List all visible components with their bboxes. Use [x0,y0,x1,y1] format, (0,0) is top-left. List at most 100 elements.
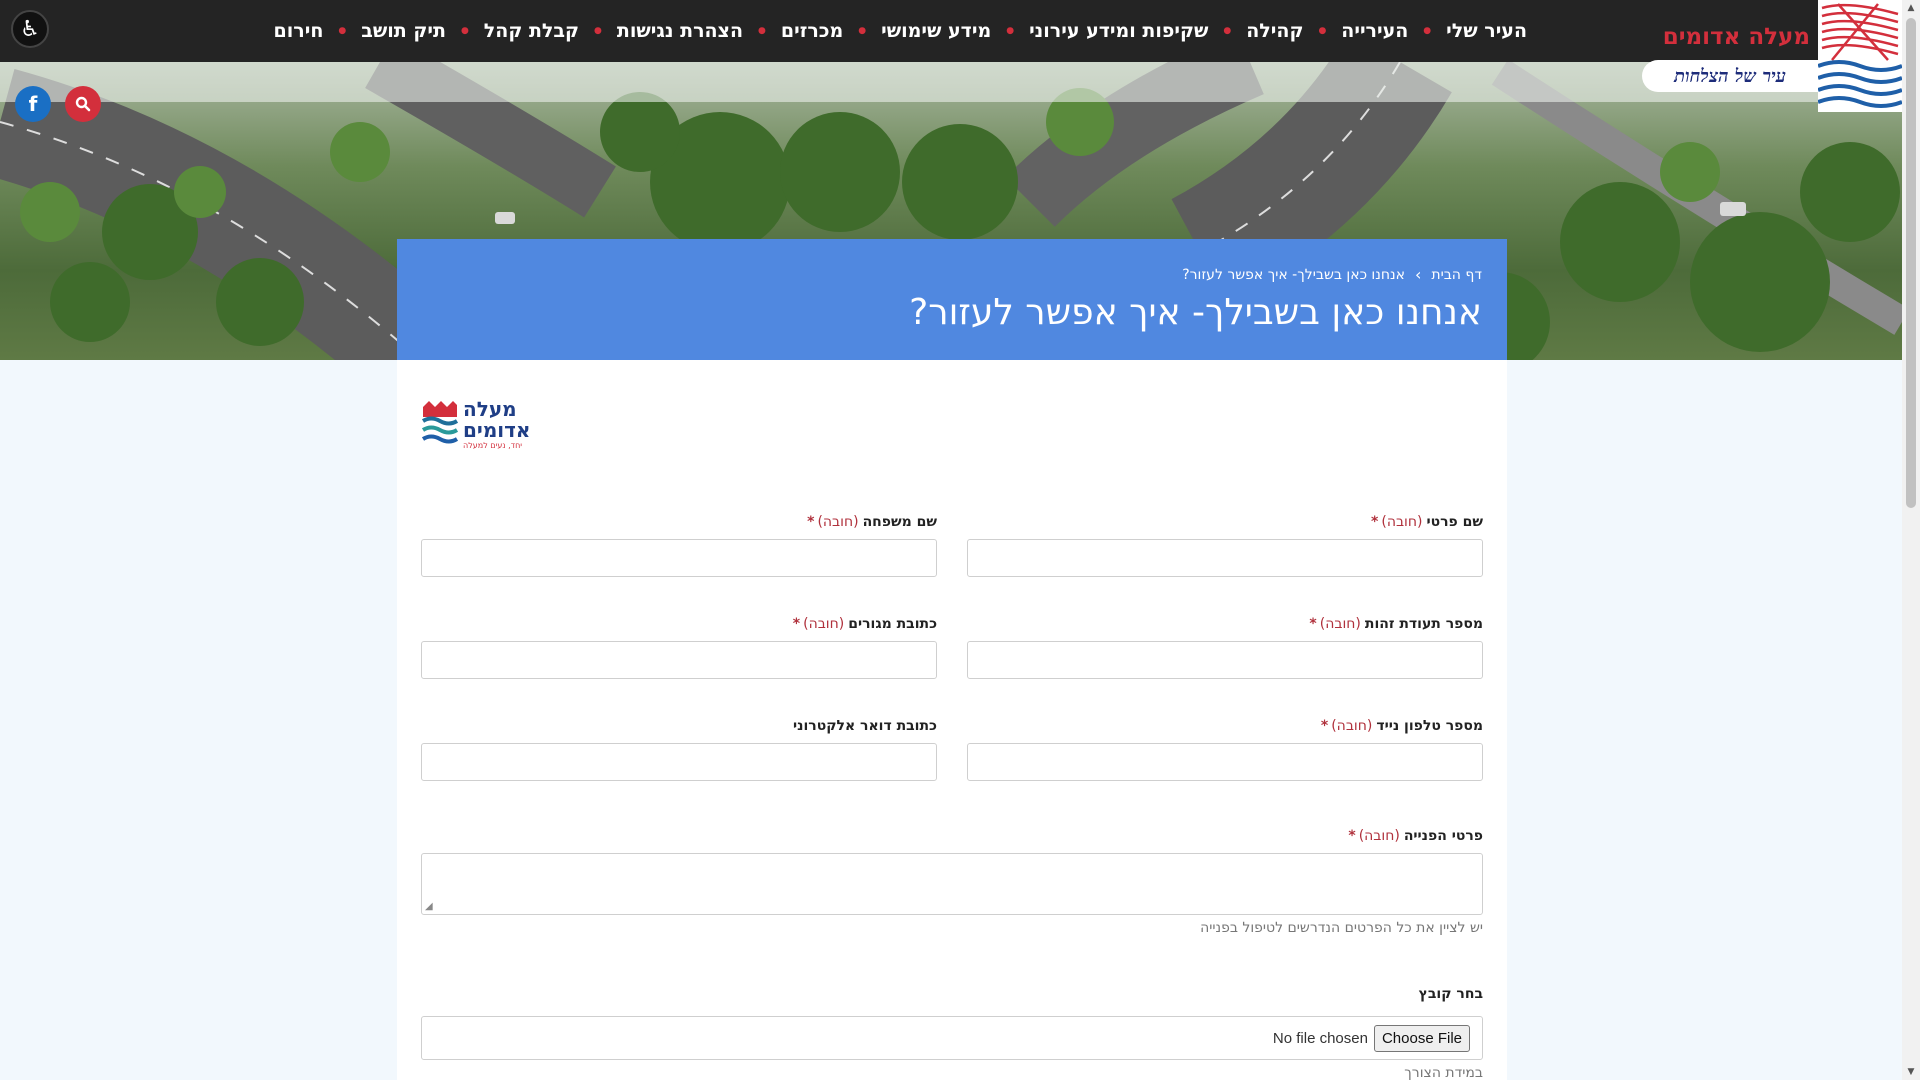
nav-label: מידע שימושי [881,20,992,42]
org-logo-line1: מעלה [463,396,517,421]
nav-separator: ● [338,26,347,36]
file-input[interactable]: Choose File No file chosen [421,1016,1483,1060]
file-label: בחר קובץ [1418,986,1483,1002]
details-hint: יש לציין את כל הפרטים הנדרשים לטיפול בפנ… [1200,920,1483,936]
nav-item-municipality[interactable]: העירייה ● [1303,20,1408,42]
org-logo-tagline: יחד, נעים למעלה [463,440,523,450]
org-logo: מעלה אדומים יחד, נעים למעלה [421,398,539,450]
nav-separator: ● [758,26,766,36]
facebook-icon: f [28,92,38,116]
nav-label: קהילה [1246,20,1304,42]
page-scrollbar[interactable]: ▲ ▼ [1902,0,1920,1080]
org-emblem-icon [421,400,459,448]
nav-separator: ● [1223,26,1232,36]
last-name-label: שם משפחה(חובה)* [421,514,937,530]
address-group: כתובת מגורים(חובה)* [421,616,937,679]
details-textarea[interactable]: ◢ [421,853,1483,915]
first-name-group: שם פרטי(חובה)* [967,514,1483,577]
required-text: (חובה) [1358,828,1400,844]
address-label: כתובת מגורים(חובה)* [421,616,937,632]
nav-label: מכרזים [780,20,844,42]
nav-item-tenders[interactable]: מכרזים ● [743,20,843,42]
nav-label: העירייה [1341,20,1409,42]
nav-separator: ● [1423,26,1432,36]
resize-grip-icon[interactable]: ◢ [425,901,433,912]
nav-item-accessibility-statement[interactable]: הצהרת נגישות ● [579,20,743,42]
label-text: שם משפחה [862,514,937,530]
email-group: כתובת דואר אלקטרוני [421,718,937,781]
brand-name: מעלה אדומים [1662,24,1810,50]
scroll-down-arrow-icon[interactable]: ▼ [1902,1064,1920,1080]
nav-label: העיר שלי [1446,20,1527,42]
top-navigation: ♿ העיר שלי ● העירייה ● קהילה ● שקיפות ומידע… [0,0,1902,62]
first-name-label: שם פרטי(חובה)* [967,514,1483,530]
id-number-input[interactable] [967,641,1483,679]
nav-label: תיק תושב [361,20,446,42]
breadcrumb-current: אנחנו כאן בשבילך- איך אפשר לעזור? [1182,266,1405,283]
details-group: פרטי הפנייה(חובה)* ◢ יש לציין את כל הפרט… [421,828,1483,936]
main-menu: העיר שלי ● העירייה ● קהילה ● שקיפות ומידע ע… [274,0,1527,62]
id-number-label: מספר תעודת זהות(חובה)* [967,616,1483,632]
required-text: (חובה) [803,616,845,632]
label-text: שם פרטי [1426,514,1483,530]
label-text: מספר תעודת זהות [1364,616,1483,632]
nav-separator: ● [858,26,867,36]
nav-label: הצהרת נגישות [616,20,744,42]
address-input[interactable] [421,641,937,679]
phone-input[interactable] [967,743,1483,781]
details-label: פרטי הפנייה(חובה)* [421,828,1483,844]
nav-item-my-city[interactable]: העיר שלי ● [1408,20,1527,42]
nav-item-useful-info[interactable]: מידע שימושי ● [843,20,991,42]
accessibility-icon: ♿ [20,16,40,42]
nav-item-emergency[interactable]: חירום● [274,20,324,42]
breadcrumb: דף הבית › אנחנו כאן בשבילך- איך אפשר לעז… [422,265,1482,284]
nav-separator: ● [1006,26,1015,36]
nav-item-resident-file[interactable]: תיק תושב ● [323,20,446,42]
required-star: * [1320,718,1329,734]
search-icon [75,96,91,112]
label-text: כתובת מגורים [848,616,937,632]
nav-label: חירום [273,20,324,42]
choose-file-button[interactable]: Choose File [1373,1024,1470,1052]
nav-label: שקיפות ומידע עירוני [1029,20,1209,42]
required-star: * [1309,616,1317,632]
nav-separator: ● [1318,26,1327,36]
nav-item-transparency[interactable]: שקיפות ומידע עירוני ● [991,20,1208,42]
nav-label: קבלת קהל [483,20,580,42]
scroll-up-arrow-icon[interactable]: ▲ [1902,0,1920,16]
search-button[interactable] [65,86,101,122]
nav-item-community[interactable]: קהילה ● [1208,20,1303,42]
required-text: (חובה) [817,514,859,530]
email-label: כתובת דואר אלקטרוני [421,718,937,734]
required-star: * [1371,514,1379,530]
file-status: No file chosen [1272,1029,1368,1047]
breadcrumb-home-link[interactable]: דף הבית [1431,267,1482,283]
id-number-group: מספר תעודת זהות(חובה)* [967,616,1483,679]
city-emblem-icon [1818,0,1902,112]
nav-separator: ● [460,26,469,36]
org-logo-line2: אדומים [463,417,531,442]
site-logo[interactable]: מעלה אדומים עיר של הצלחות [1642,0,1902,112]
label-text: מספר טלפון נייד [1376,718,1483,734]
email-input[interactable] [421,743,937,781]
first-name-input[interactable] [967,539,1483,577]
accessibility-button[interactable]: ♿ [11,10,49,48]
last-name-input[interactable] [421,539,937,577]
phone-label: מספר טלפון נייד(חובה)* [967,718,1483,734]
facebook-button[interactable]: f [15,86,51,122]
label-text: פרטי הפנייה [1403,828,1483,844]
required-star: * [792,616,801,632]
label-text: כתובת דואר אלקטרוני [793,718,937,734]
nav-item-reception-hours[interactable]: קבלת קהל ● [446,20,579,42]
last-name-group: שם משפחה(חובה)* [421,514,937,577]
chevron-left-icon: › [1414,265,1422,284]
page-header: דף הבית › אנחנו כאן בשבילך- איך אפשר לעז… [397,239,1507,360]
file-upload-group: בחר קובץ Choose File No file chosen במיד… [421,986,1483,1080]
scroll-thumb[interactable] [1906,18,1916,508]
required-text: (חובה) [1319,616,1361,632]
brand-slogan: עיר של הצלחות [1642,60,1818,92]
required-text: (חובה) [1381,514,1423,530]
nav-separator: ● [594,26,602,36]
file-hint: במידת הצורך [1404,1065,1483,1080]
required-star: * [807,514,815,530]
